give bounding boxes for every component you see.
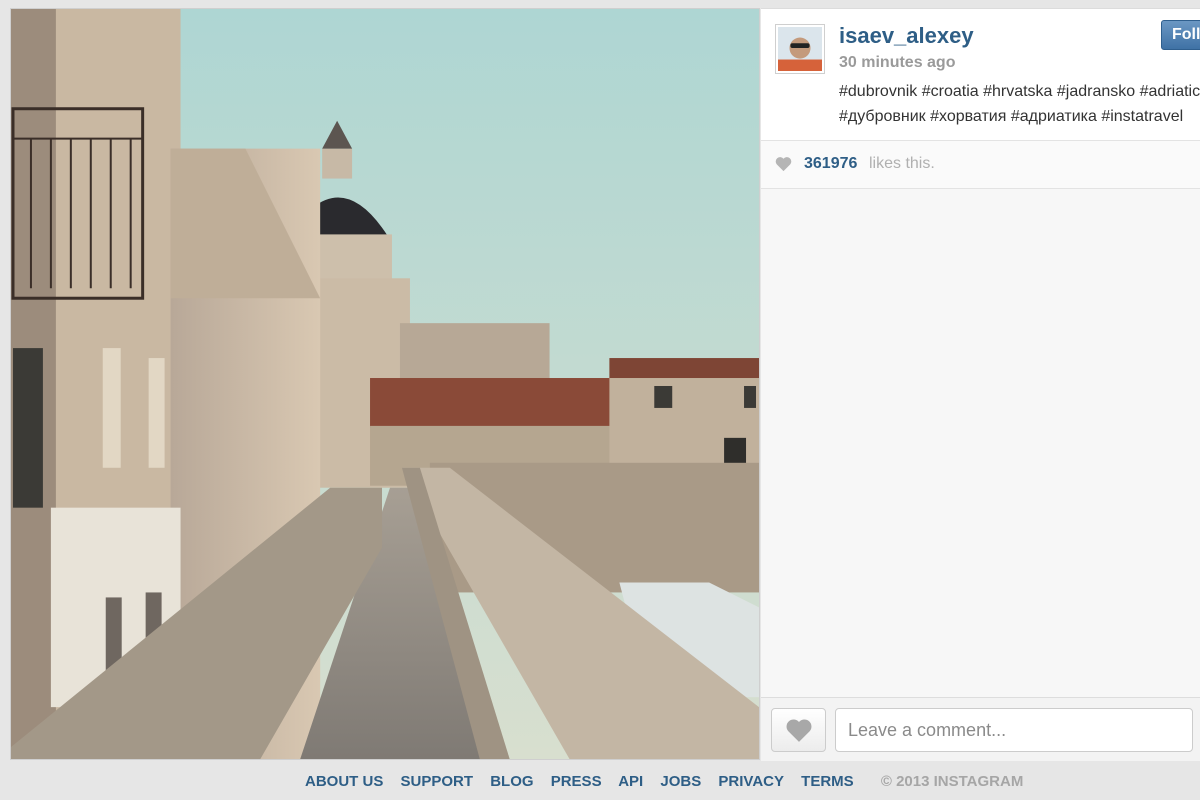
footer-link-api[interactable]: API [618, 773, 643, 790]
post-header: isaev_alexey 30 minutes ago #dubrovnik #… [761, 9, 1200, 141]
follow-button[interactable]: Follow [1161, 20, 1200, 50]
footer-link-jobs[interactable]: JOBS [660, 773, 701, 790]
dubrovnik-photo-image [11, 9, 759, 759]
post-caption: #dubrovnik #croatia #hrvatska #jadransko… [839, 79, 1200, 129]
comment-bar [761, 697, 1200, 761]
post-photo[interactable] [10, 8, 760, 760]
footer-link-blog[interactable]: BLOG [490, 773, 533, 790]
caption-line: #дубровник #хорватия #адриатика #instatr… [839, 108, 1184, 125]
copyright: © 2013 INSTAGRAM [880, 773, 1024, 790]
footer-nav: ABOUT US SUPPORT BLOG PRESS API JOBS PRI… [305, 773, 1023, 793]
footer-link-about-us[interactable]: ABOUT US [305, 773, 383, 790]
footer-link-support[interactable]: SUPPORT [401, 773, 474, 790]
username-link[interactable]: isaev_alexey [839, 23, 974, 49]
post-timestamp: 30 minutes ago [839, 54, 956, 71]
likes-count[interactable]: 361976 [804, 155, 857, 173]
footer-link-press[interactable]: PRESS [551, 773, 602, 790]
like-button[interactable] [771, 708, 826, 752]
avatar[interactable] [775, 24, 825, 74]
avatar-image [778, 27, 822, 71]
heart-icon [775, 157, 792, 172]
likes-bar: 361976 likes this. [761, 141, 1200, 189]
caption-line: #dubrovnik #croatia #hrvatska #jadransko… [839, 83, 1200, 100]
likes-label: likes this. [869, 155, 935, 172]
footer-link-privacy[interactable]: PRIVACY [718, 773, 784, 790]
post-side-panel: isaev_alexey 30 minutes ago #dubrovnik #… [761, 8, 1200, 761]
footer-link-terms[interactable]: TERMS [801, 773, 854, 790]
heart-icon [786, 719, 812, 742]
comment-input[interactable] [835, 708, 1193, 752]
